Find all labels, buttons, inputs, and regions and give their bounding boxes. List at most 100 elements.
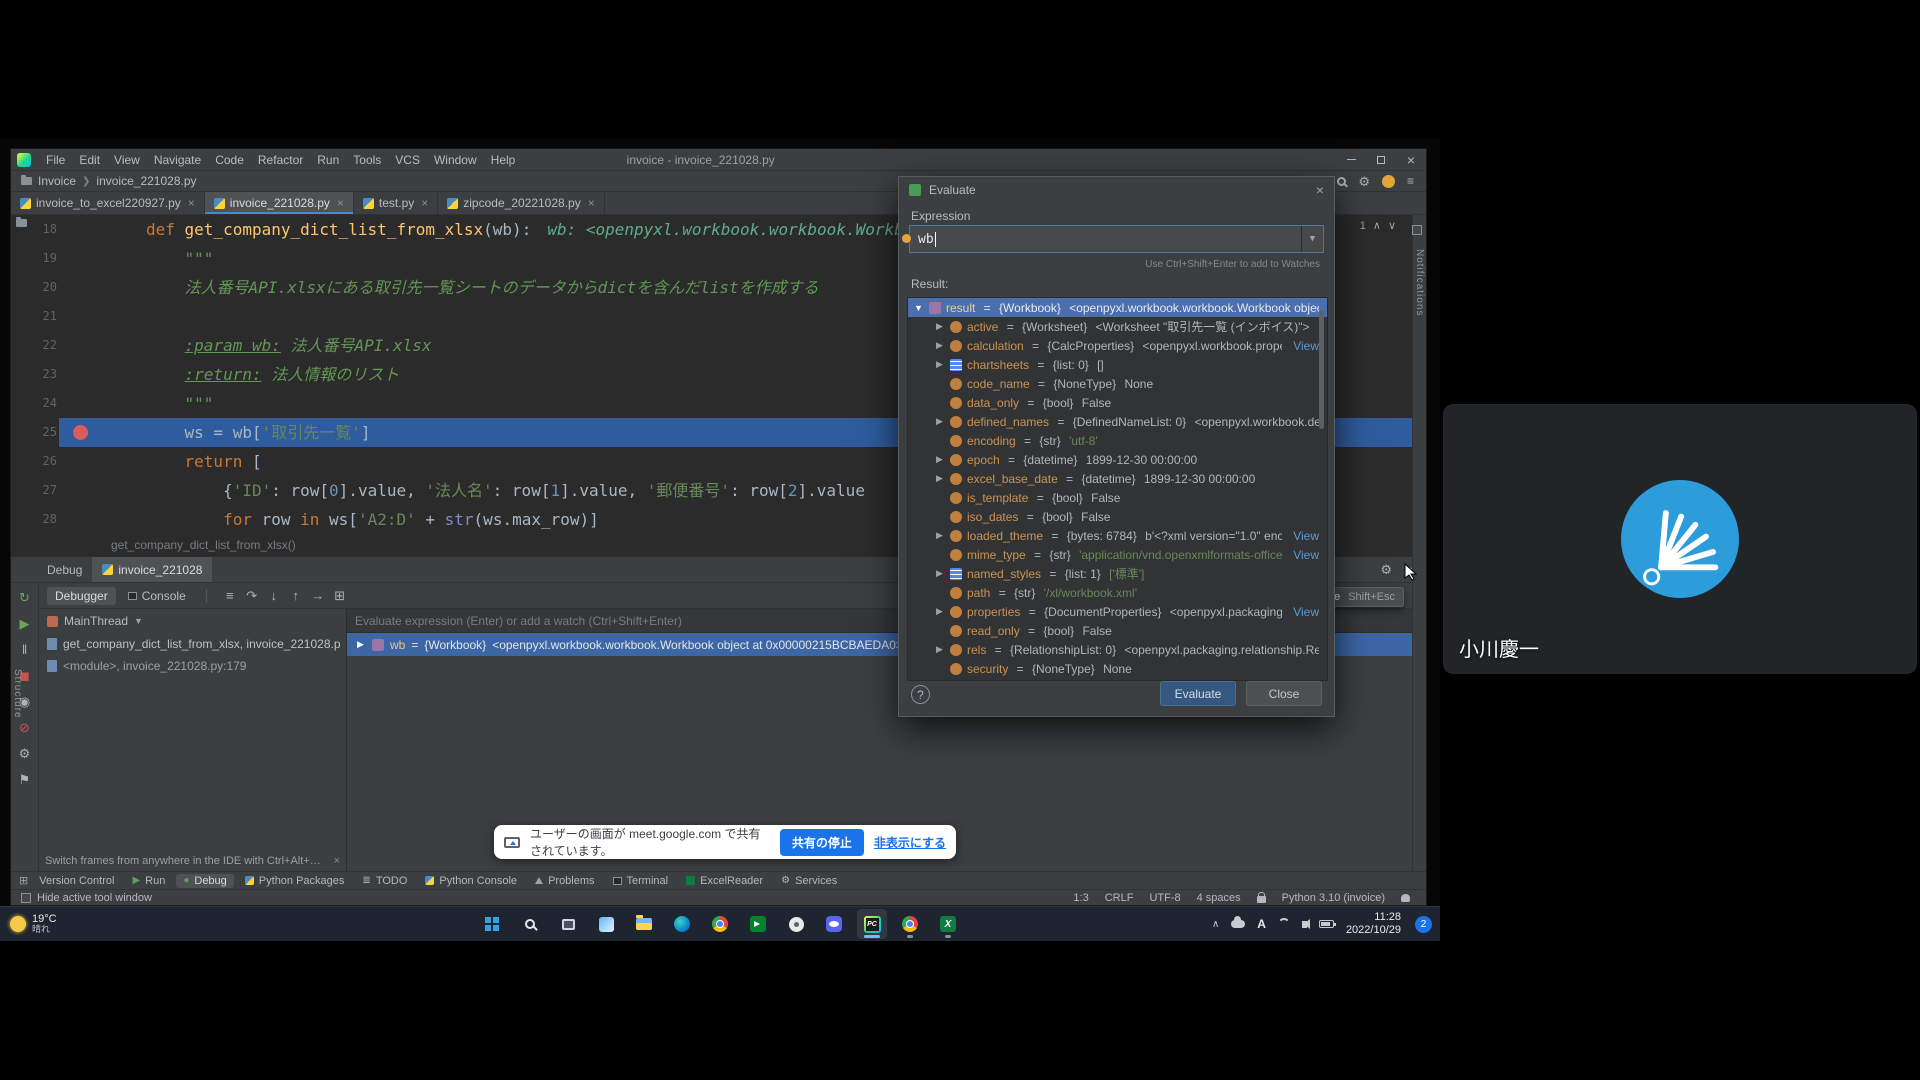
stop-sharing-button[interactable]: 共有の停止 (780, 829, 864, 856)
tool-windows-widget-icon[interactable]: ⊞ (19, 874, 28, 887)
tree-scrollbar[interactable] (1319, 311, 1324, 429)
twisty-icon[interactable]: ▶ (934, 644, 945, 655)
tab-debugger[interactable]: Debugger (47, 587, 116, 605)
twisty-icon[interactable]: ▶ (934, 359, 945, 370)
twisty-icon[interactable]: ▶ (934, 530, 945, 541)
tab-test-py[interactable]: test.py× (354, 192, 438, 214)
view-link[interactable]: View (1287, 605, 1319, 619)
twisty-icon[interactable]: ▼ (913, 303, 924, 313)
evaluate-button[interactable]: Evaluate (1160, 681, 1236, 706)
toolwindow-todo[interactable]: ≣TODO (355, 874, 414, 888)
twisty-icon[interactable]: ▶ (934, 606, 945, 617)
variable-row-named_styles[interactable]: ▶named_styles = {list: 1} ['標準'] (908, 564, 1327, 583)
breakpoint-icon[interactable] (73, 425, 88, 440)
wifi-icon[interactable] (1278, 918, 1290, 930)
variable-row-security[interactable]: security = {NoneType} None (908, 659, 1327, 678)
debug-settings-icon[interactable]: ⚙ (1380, 563, 1392, 577)
taskbar-meet[interactable] (743, 909, 773, 939)
debug-session-tab[interactable]: invoice_221028 (92, 557, 212, 582)
twisty-icon[interactable]: ▶ (934, 416, 945, 427)
gear-icon[interactable]: ⚙ (1358, 175, 1370, 188)
menu-help[interactable]: Help (484, 153, 523, 167)
breadcrumb-file[interactable]: invoice_221028.py (96, 174, 196, 188)
twisty-icon[interactable]: ▶ (934, 568, 945, 579)
toolwindow-excelreader[interactable]: ExcelReader (679, 874, 770, 888)
resume-icon[interactable]: ▶ (20, 617, 30, 630)
status-crlf[interactable]: CRLF (1105, 892, 1134, 904)
settings-icon[interactable]: ⚙ (19, 747, 31, 760)
tab-close-icon[interactable]: × (421, 196, 428, 210)
taskbar-app[interactable] (781, 909, 811, 939)
taskbar-widgets[interactable] (591, 909, 621, 939)
taskbar-discord[interactable] (819, 909, 849, 939)
mute-breakpoints-icon[interactable]: ⊘ (19, 721, 30, 734)
status-4-spaces[interactable]: 4 spaces (1197, 892, 1241, 904)
twisty-icon[interactable]: ▶ (934, 340, 945, 351)
taskbar-search[interactable] (515, 909, 545, 939)
project-stripe-icon[interactable] (16, 219, 27, 227)
prev-problem-icon[interactable]: ∧ (1373, 219, 1381, 232)
toolwindow-services[interactable]: ⚙Services (774, 874, 844, 888)
taskbar-chrome[interactable] (705, 909, 735, 939)
twisty-icon[interactable]: ▶ (355, 639, 366, 650)
editor-breadcrumb[interactable]: get_company_dict_list_from_xlsx() (111, 538, 296, 552)
variable-row-is_template[interactable]: is_template = {bool} False (908, 488, 1327, 507)
next-problem-icon[interactable]: ∨ (1388, 219, 1396, 232)
taskbar-start[interactable] (477, 909, 507, 939)
status-utf-8[interactable]: UTF-8 (1149, 892, 1180, 904)
weather-widget[interactable]: 19°C 晴れ (0, 913, 220, 935)
show-execution-point-icon[interactable]: ≡ (219, 588, 241, 604)
evaluate-expression-icon[interactable]: ⊞ (329, 588, 351, 604)
menu-tools[interactable]: Tools (346, 153, 388, 167)
variable-row-path[interactable]: path = {str} '/xl/workbook.xml' (908, 583, 1327, 602)
frame-row[interactable]: get_company_dict_list_from_xlsx, invoice… (39, 633, 346, 655)
tab-console[interactable]: Console (120, 587, 194, 605)
twisty-icon[interactable]: ▶ (934, 321, 945, 332)
lock-icon[interactable] (1257, 896, 1266, 903)
pause-icon[interactable]: ‖ (22, 643, 27, 656)
result-tree[interactable]: ▼result = {Workbook} <openpyxl.workbook.… (907, 297, 1328, 681)
variable-row-active[interactable]: ▶active = {Worksheet} <Worksheet "取引先一覧 … (908, 317, 1327, 336)
twisty-icon[interactable]: ▶ (934, 473, 945, 484)
notification-badge[interactable]: 2 (1415, 916, 1432, 933)
ime-indicator[interactable]: A (1257, 917, 1266, 931)
variable-row-loaded_theme[interactable]: ▶loaded_theme = {bytes: 6784} b'<?xml ve… (908, 526, 1327, 545)
close-button[interactable]: × (1396, 149, 1426, 170)
help-button[interactable]: ? (911, 685, 930, 704)
view-link[interactable]: View (1287, 548, 1319, 562)
taskbar-edge[interactable] (667, 909, 697, 939)
menu-window[interactable]: Window (427, 153, 484, 167)
taskbar-chrome2[interactable] (895, 909, 925, 939)
menu-edit[interactable]: Edit (72, 153, 107, 167)
taskbar-clock[interactable]: 11:28 2022/10/29 (1346, 911, 1401, 937)
minimize-button[interactable] (1336, 149, 1366, 170)
interpreter-widget[interactable]: Python 3.10 (invoice) (1282, 892, 1385, 904)
menu-code[interactable]: Code (208, 153, 251, 167)
variable-row-data_only[interactable]: data_only = {bool} False (908, 393, 1327, 412)
participant-tile[interactable]: 小川慶一 (1443, 404, 1917, 674)
battery-icon[interactable] (1319, 920, 1334, 928)
inspections-widget[interactable]: 1 ∧ ∨ (1360, 219, 1396, 232)
rerun-icon[interactable]: ↻ (19, 591, 30, 604)
step-out-icon[interactable]: ↑ (285, 588, 307, 604)
variable-row-encoding[interactable]: encoding = {str} 'utf-8' (908, 431, 1327, 450)
dialog-title-bar[interactable]: Evaluate × (899, 177, 1334, 203)
tab-close-icon[interactable]: × (588, 196, 595, 210)
toolwindow-python-packages[interactable]: Python Packages (238, 874, 352, 888)
dialog-close-icon[interactable]: × (1316, 182, 1324, 198)
expression-input[interactable]: wb ▼ (909, 225, 1324, 253)
volume-icon[interactable] (1302, 921, 1307, 928)
menu-vcs[interactable]: VCS (388, 153, 427, 167)
toolwindow-problems[interactable]: Problems (528, 874, 601, 888)
variable-row-read_only[interactable]: read_only = {bool} False (908, 621, 1327, 640)
tab-zipcode-20221028-py[interactable]: zipcode_20221028.py× (438, 192, 604, 214)
variable-row-code_name[interactable]: code_name = {NoneType} None (908, 374, 1327, 393)
taskbar-taskview[interactable] (553, 909, 583, 939)
frame-row[interactable]: <module>, invoice_221028.py:179 (39, 655, 346, 677)
menu-run[interactable]: Run (310, 153, 346, 167)
taskbar-excel[interactable]: X (933, 909, 963, 939)
account-avatar[interactable] (1382, 175, 1395, 188)
toolwindow-run[interactable]: ▶Run (125, 874, 172, 888)
variable-row-defined_names[interactable]: ▶defined_names = {DefinedNameList: 0} <o… (908, 412, 1327, 431)
menu-refactor[interactable]: Refactor (251, 153, 310, 167)
